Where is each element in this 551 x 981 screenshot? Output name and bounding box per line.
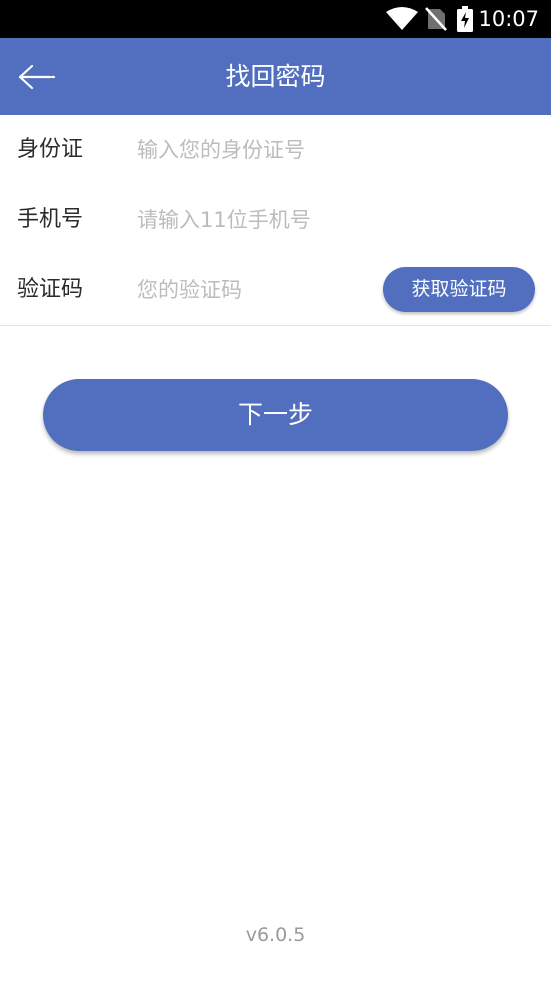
page-title: 找回密码 [225,62,326,91]
id-card-label: 身份证 [17,137,84,162]
battery-charging-icon [457,6,473,32]
get-code-button[interactable]: 获取验证码 [383,267,535,312]
screen: 10:07 找回密码 身份证 手机号 验证码 获取验证码 下一步 v6.0.5 [0,0,551,981]
id-card-input[interactable] [137,129,507,171]
version-label: v6.0.5 [245,924,306,946]
code-input[interactable] [137,269,372,311]
code-row: 验证码 获取验证码 [0,255,551,326]
next-step-button[interactable]: 下一步 [43,379,508,451]
phone-label: 手机号 [17,207,84,232]
status-bar: 10:07 [0,0,551,38]
app-bar: 找回密码 [0,38,551,115]
wifi-icon [386,7,418,30]
phone-input[interactable] [137,199,507,241]
back-button[interactable] [12,54,60,100]
arrow-left-icon [18,64,56,90]
code-label: 验证码 [17,277,84,302]
no-sim-icon [425,7,447,31]
id-card-row: 身份证 [0,115,551,186]
phone-row: 手机号 [0,185,551,256]
status-time: 10:07 [478,7,539,31]
